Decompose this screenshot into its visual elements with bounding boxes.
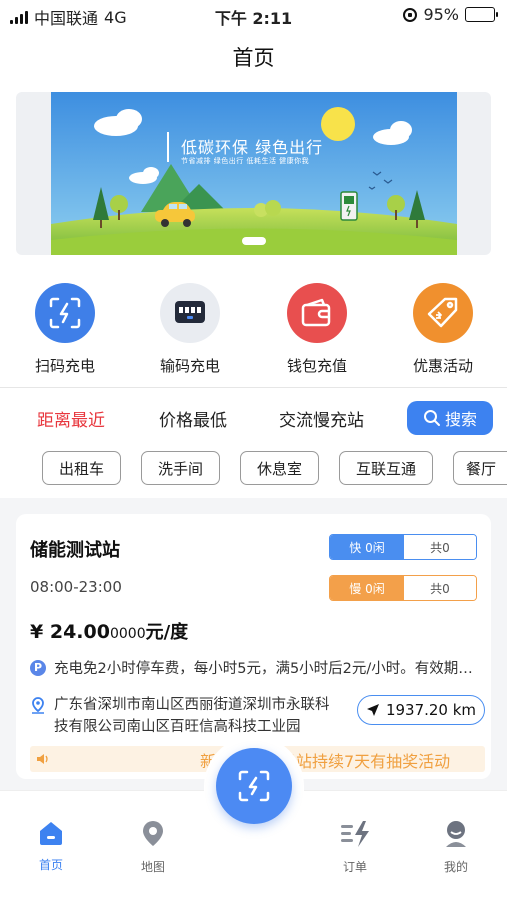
parking-icon: P — [30, 659, 46, 676]
slow-idle-count: 慢 0闲 — [330, 576, 404, 600]
promotions-button[interactable]: 优惠活动 — [393, 283, 493, 376]
fast-charger-status: 快 0闲 共0 — [329, 534, 477, 560]
wallet-topup-button[interactable]: 钱包充值 — [267, 283, 367, 376]
map-pin-icon — [143, 821, 163, 846]
price-unit: 元/度 — [145, 622, 189, 643]
tabbar-label: 首页 — [38, 858, 63, 872]
code-charge-button[interactable]: 输码充电 — [140, 283, 240, 376]
coupon-tag-icon — [413, 283, 473, 343]
fast-total-count: 共0 — [404, 535, 476, 559]
scan-icon — [238, 770, 270, 802]
fast-idle-count: 快 0闲 — [330, 535, 404, 559]
banner-subtitle: 节省减排 绿色出行 低耗生活 健康你我 — [181, 157, 310, 165]
parking-note: P 充电免2小时停车费，每小时5元，满5小时后2元/小时。有效期截至... — [30, 657, 485, 678]
page-title: 首页 — [232, 46, 275, 70]
tab-ac-slow-charge[interactable]: 交流慢充站 — [279, 406, 364, 431]
chip-interconnect[interactable]: 互联互通 — [339, 451, 433, 485]
action-label: 输码充电 — [159, 357, 220, 375]
station-address: 广东省深圳市南山区西丽街道深圳市永联科技有限公司南山区百旺信高科技工业园 — [30, 694, 340, 738]
search-label: 搜索 — [444, 410, 477, 429]
action-label: 优惠活动 — [412, 357, 473, 375]
navigation-arrow-icon — [366, 704, 379, 716]
search-button[interactable]: 搜索 — [407, 401, 493, 435]
scan-fab-button[interactable] — [216, 748, 292, 824]
order-list-icon — [341, 821, 369, 847]
wallet-icon — [287, 283, 347, 343]
tabbar-label: 订单 — [342, 860, 367, 874]
address-text: 广东省深圳市南山区西丽街道深圳市永联科技有限公司南山区百旺信高科技工业园 — [54, 697, 330, 735]
chip-taxi[interactable]: 出租车 — [42, 451, 121, 485]
tab-lowest-price[interactable]: 价格最低 — [159, 406, 227, 431]
price-decimals: 0000 — [109, 626, 146, 642]
carousel-indicator — [242, 237, 266, 245]
tab-nearest[interactable]: 距离最近 — [37, 406, 105, 431]
battery-percent: 95% — [423, 5, 459, 24]
action-label: 扫码充电 — [34, 357, 95, 375]
parking-note-text: 充电免2小时停车费，每小时5元，满5小时后2元/小时。有效期截至... — [54, 661, 485, 677]
speaker-icon — [37, 754, 48, 764]
currency-symbol: ¥ — [30, 621, 44, 643]
search-icon — [423, 410, 440, 426]
code-input-icon — [160, 283, 220, 343]
chip-restaurant[interactable]: 餐厅 — [453, 451, 507, 485]
chip-lounge[interactable]: 休息室 — [240, 451, 319, 485]
status-bar: 中国联通 4G 下午 2:11 95% — [0, 0, 507, 30]
tabbar-home[interactable]: 首页 — [16, 819, 86, 873]
filter-tabs: 距离最近 价格最低 交流慢充站 搜索 — [0, 398, 507, 440]
home-icon — [40, 822, 62, 845]
profile-icon — [446, 821, 466, 847]
banner-title: 低碳环保 绿色出行 — [181, 138, 324, 157]
slow-total-count: 共0 — [404, 576, 476, 600]
station-hours: 08:00-23:00 — [30, 578, 122, 596]
tabbar-label: 地图 — [140, 860, 165, 874]
battery-icon — [465, 7, 498, 22]
divider — [0, 387, 507, 388]
chip-restroom[interactable]: 洗手间 — [141, 451, 220, 485]
distance-value: 1937.20 km — [385, 701, 477, 719]
price-value: 24.00 — [49, 621, 110, 643]
home-screen: 中国联通 4G 下午 2:11 95% 首页 低碳环保 绿色出行 节省减排 绿色… — [0, 0, 507, 900]
amenity-chips: 出租车 洗手间 休息室 互联互通 餐厅 — [0, 451, 507, 487]
location-pin-icon — [32, 697, 44, 714]
station-name: 储能测试站 — [30, 540, 120, 561]
navigate-button[interactable]: 1937.20 km — [357, 695, 485, 725]
orientation-lock-icon — [403, 7, 418, 22]
tabbar-orders[interactable]: 订单 — [320, 819, 390, 875]
station-price: ¥ 24.000000元/度 — [30, 618, 188, 644]
action-label: 钱包充值 — [286, 357, 347, 375]
tabbar-map[interactable]: 地图 — [118, 819, 188, 875]
banner-image[interactable]: 低碳环保 绿色出行 节省减排 绿色出行 低耗生活 健康你我 — [51, 92, 457, 255]
slow-charger-status: 慢 0闲 共0 — [329, 575, 477, 601]
tabbar-label: 我的 — [443, 860, 468, 874]
scan-charge-icon — [35, 283, 95, 343]
quick-actions: 扫码充电 输码充电 钱包充值 优惠活动 — [0, 283, 507, 378]
banner-carousel[interactable]: 低碳环保 绿色出行 节省减排 绿色出行 低耗生活 健康你我 — [16, 92, 491, 255]
scan-charge-button[interactable]: 扫码充电 — [15, 283, 115, 376]
tabbar-profile[interactable]: 我的 — [421, 819, 491, 875]
